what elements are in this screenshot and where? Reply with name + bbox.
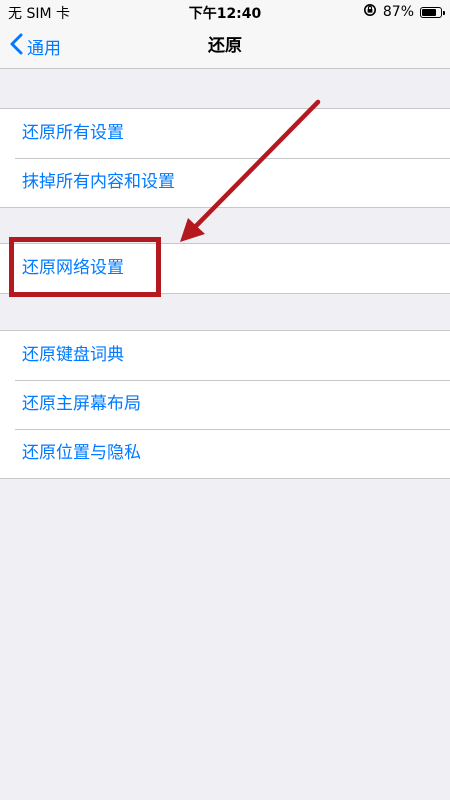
settings-group-1: 还原所有设置 抹掉所有内容和设置: [0, 108, 450, 208]
reset-location-privacy-item[interactable]: 还原位置与隐私: [0, 429, 450, 478]
reset-all-settings-item[interactable]: 还原所有设置: [0, 109, 450, 158]
battery-percent: 87%: [382, 4, 414, 20]
settings-group-3: 还原键盘词典 还原主屏幕布局 还原位置与隐私: [0, 330, 450, 479]
battery-tip: [443, 10, 445, 15]
battery-icon: [420, 6, 445, 18]
reset-settings-screen: 无 SIM 卡 下午12:40 87% 通用 还原 还原所有设置 抹掉所有内容和…: [0, 0, 450, 800]
erase-all-content-item[interactable]: 抹掉所有内容和设置: [0, 158, 450, 207]
orientation-lock-icon: [363, 3, 377, 21]
navigation-bar: 通用 还原: [0, 24, 450, 69]
battery-fill: [422, 8, 436, 16]
status-right-cluster: 87%: [363, 3, 445, 21]
page-title: 还原: [208, 36, 242, 56]
reset-home-screen-layout-item[interactable]: 还原主屏幕布局: [0, 380, 450, 429]
reset-keyboard-dictionary-item[interactable]: 还原键盘词典: [0, 331, 450, 380]
settings-group-2: 还原网络设置: [0, 243, 450, 294]
reset-network-settings-item[interactable]: 还原网络设置: [0, 244, 450, 293]
status-bar: 无 SIM 卡 下午12:40 87%: [0, 0, 450, 24]
